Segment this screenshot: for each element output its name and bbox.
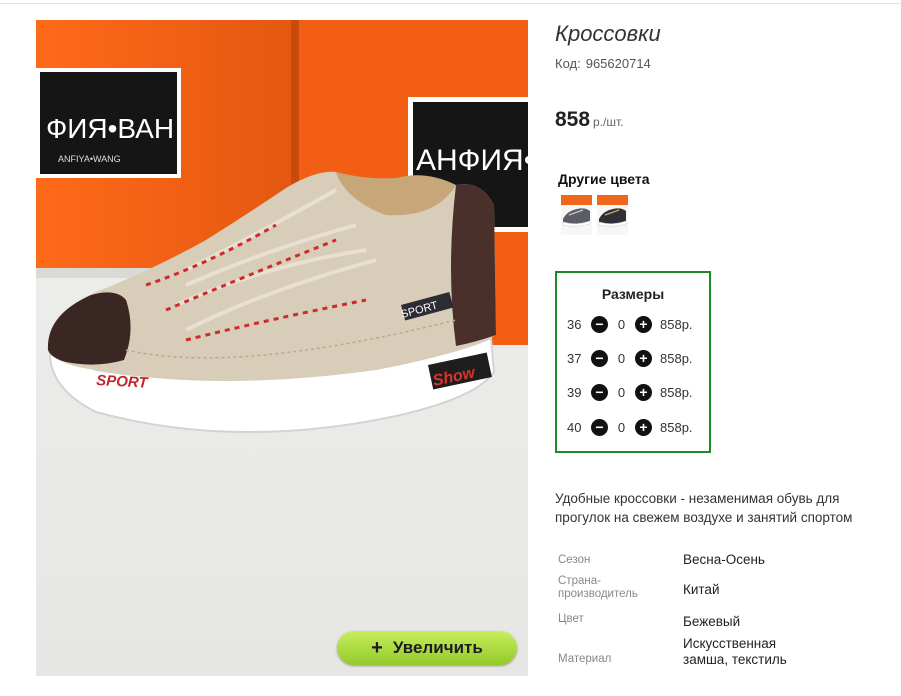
spec-label: Сезон <box>558 554 591 566</box>
spec-label: Материал <box>558 653 612 665</box>
plus-icon: + <box>639 316 648 332</box>
quantity-value: 0 <box>617 419 626 435</box>
increase-quantity-button[interactable]: + <box>635 349 652 367</box>
increase-quantity-button[interactable]: + <box>635 383 652 401</box>
color-variant-thumb-1[interactable] <box>561 195 592 235</box>
quantity-value: 0 <box>617 384 626 400</box>
increase-quantity-button[interactable]: + <box>635 315 652 333</box>
size-row: 36 − 0 + 858р. <box>567 314 693 334</box>
plus-icon: + <box>639 350 648 366</box>
minus-icon: − <box>595 316 604 332</box>
other-colors-list <box>561 195 628 235</box>
minus-icon: − <box>595 350 604 366</box>
price-unit: р./шт. <box>593 115 624 129</box>
zoom-button-label: Увеличить <box>392 638 483 657</box>
spec-label: Цвет <box>558 613 584 625</box>
size-value: 39 <box>567 384 582 400</box>
decrease-quantity-button[interactable]: − <box>591 418 608 436</box>
sizes-title: Размеры <box>601 286 665 302</box>
size-price: 858р. <box>660 316 693 332</box>
spec-value: Китай <box>683 582 720 597</box>
sizes-panel: Размеры 36 − 0 + 858р. 37 − 0 + 858р. 39… <box>555 271 711 453</box>
size-row: 37 − 0 + 858р. <box>567 348 693 368</box>
spec-label: Страна-производитель <box>558 575 638 600</box>
size-value: 40 <box>567 419 582 435</box>
box-brand-latin: ANFIYA•WANG <box>58 154 121 164</box>
product-code: Код: 965620714 <box>555 56 651 71</box>
size-value: 37 <box>567 350 582 366</box>
size-price: 858р. <box>660 419 693 435</box>
top-divider <box>0 3 901 4</box>
other-colors-title: Другие цвета <box>558 171 650 187</box>
sneaker-illustration: ФИЯ•ВАН ANFIYA•WANG АНФИЯ•ВАН SPORT <box>36 20 528 676</box>
minus-icon: − <box>595 419 604 435</box>
box-brand-left: ФИЯ•ВАН <box>46 113 174 144</box>
spec-value: Бежевый <box>683 614 741 629</box>
price-value: 858 <box>555 108 591 131</box>
product-title: Кроссовки <box>555 21 661 46</box>
sole-sport-text: SPORT <box>96 372 150 392</box>
plus-icon: + <box>639 384 648 400</box>
zoom-button[interactable]: + Увеличить <box>337 631 517 665</box>
plus-icon: + <box>639 419 648 435</box>
size-row: 40 − 0 + 858р. <box>567 417 693 437</box>
decrease-quantity-button[interactable]: − <box>591 349 608 367</box>
increase-quantity-button[interactable]: + <box>635 418 652 436</box>
product-code-value: 965620714 <box>585 56 651 71</box>
product-description: Удобные кроссовки - незаменимая обувь дл… <box>555 491 853 525</box>
color-variant-thumb-2[interactable] <box>597 195 628 235</box>
quantity-value: 0 <box>617 350 626 366</box>
decrease-quantity-button[interactable]: − <box>591 315 608 333</box>
size-row: 39 − 0 + 858р. <box>567 382 693 402</box>
size-value: 36 <box>567 316 582 332</box>
size-price: 858р. <box>660 350 693 366</box>
decrease-quantity-button[interactable]: − <box>591 383 608 401</box>
plus-icon: + <box>371 637 383 659</box>
box-brand-right: АНФИЯ•ВАН <box>416 144 528 177</box>
quantity-value: 0 <box>617 316 626 332</box>
product-price: 858 р./шт. <box>555 108 624 132</box>
spec-value: Весна-Осень <box>683 552 765 567</box>
product-code-label: Код: <box>555 56 581 71</box>
product-photo[interactable]: ФИЯ•ВАН ANFIYA•WANG АНФИЯ•ВАН SPORT <box>36 20 528 676</box>
minus-icon: − <box>595 384 604 400</box>
size-price: 858р. <box>660 384 693 400</box>
spec-value: Искусственная замша, текстиль <box>683 636 787 667</box>
